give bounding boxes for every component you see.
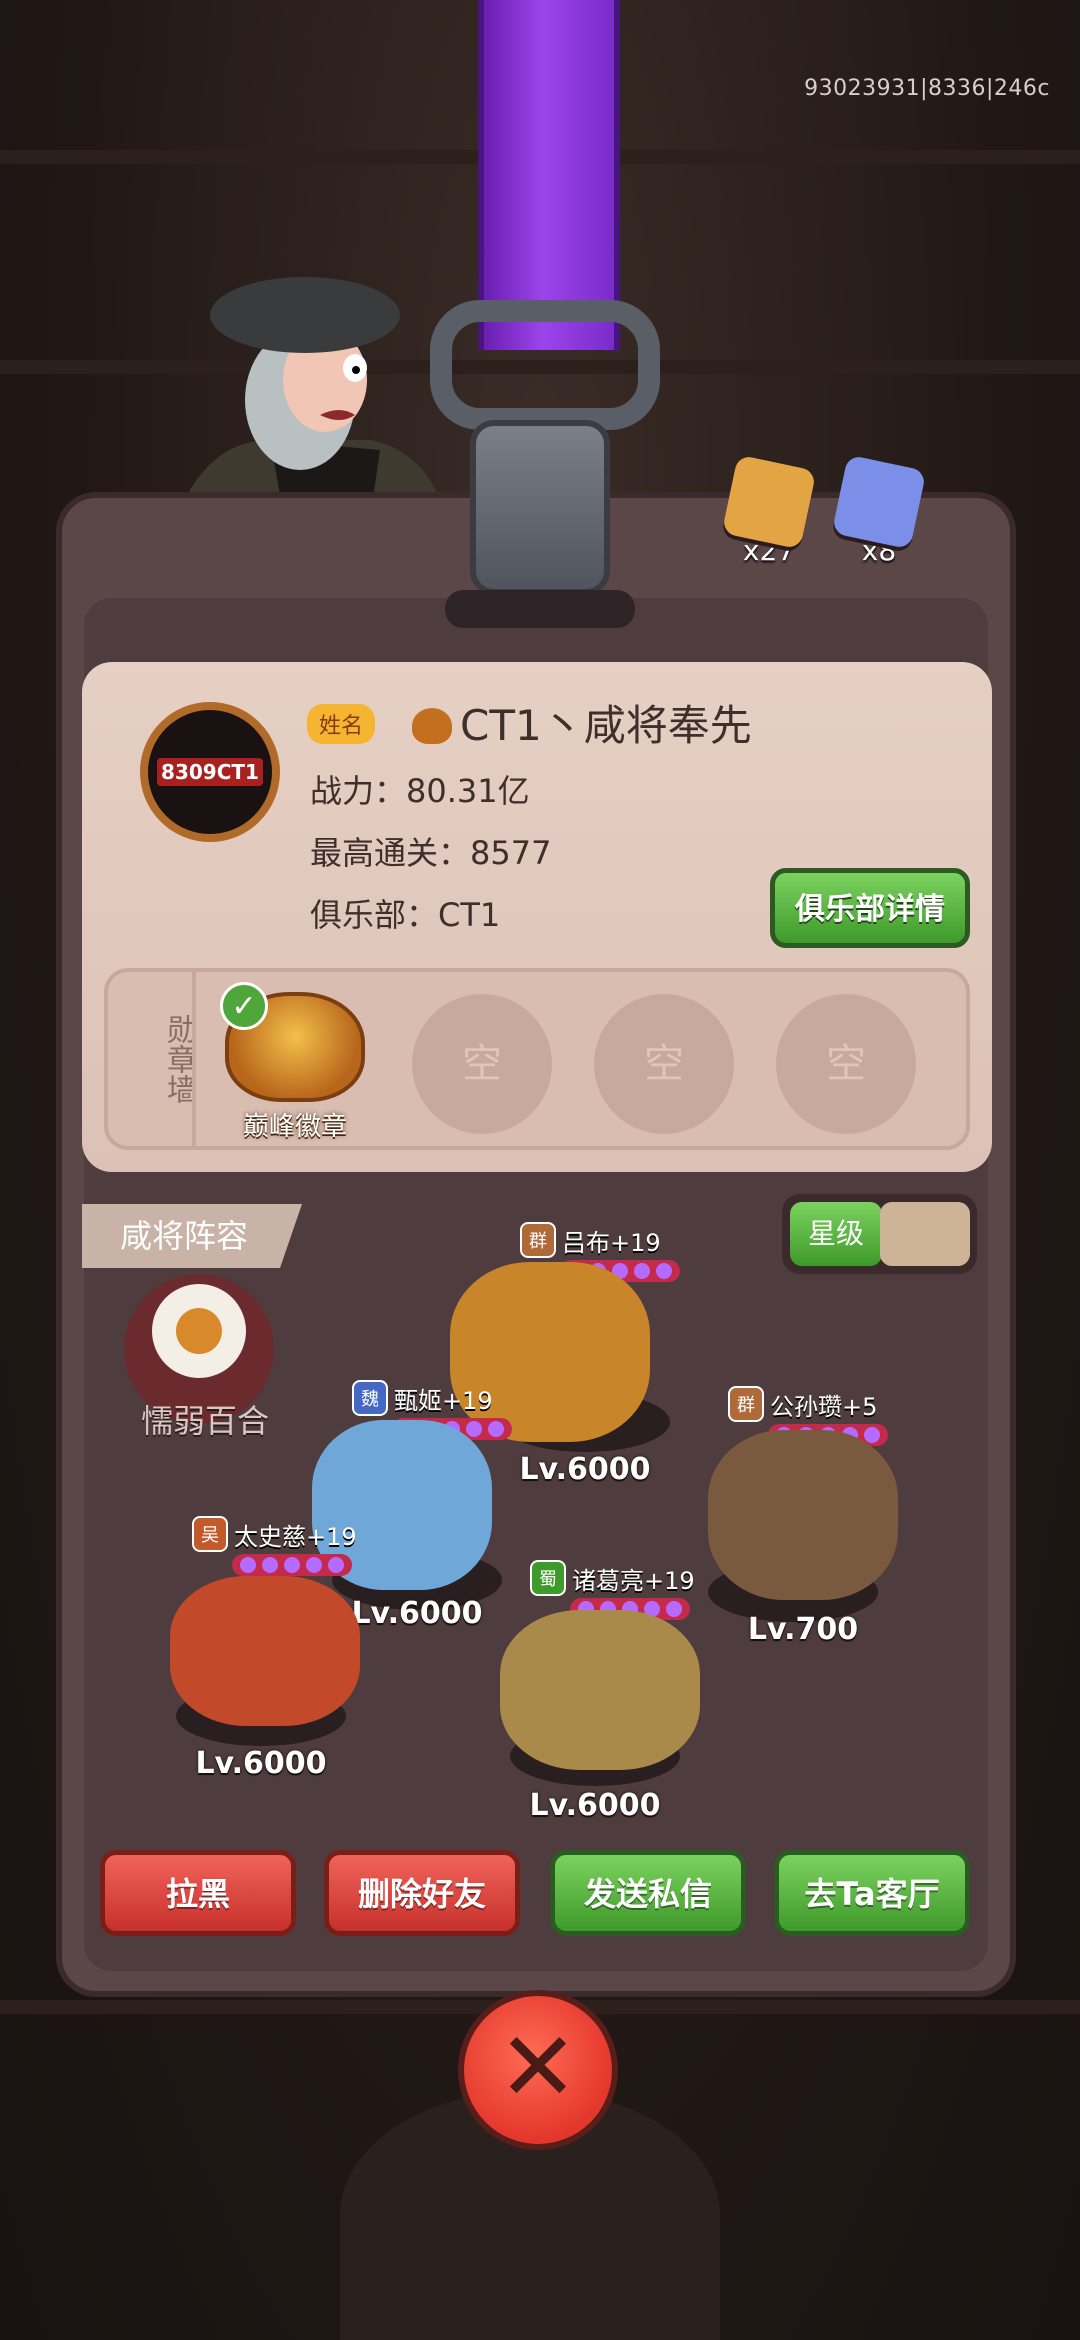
faction-badge: 群 [728,1386,764,1422]
hero-level: Lv.6000 [529,1788,661,1823]
name-tag: 姓名 [307,704,376,744]
blue-card-icon [831,454,927,550]
hero-zhugeliang-sprite [500,1610,700,1770]
hero-gongsunzan[interactable]: 群公孙瓒+5 Lv.700 [708,1386,898,1647]
max-clear-stat: 最高通关：8577 [310,834,552,872]
club-stat: 俱乐部：CT1 [310,896,501,934]
close-button[interactable]: ✕ [458,1990,618,2150]
lanyard-strap [478,0,620,350]
medal-slot-empty[interactable]: 空 [412,994,552,1134]
delete-friend-button[interactable]: 删除好友 [324,1850,520,1936]
close-icon: ✕ [497,2011,579,2123]
medal-name: 巅峰徽章 [242,1112,347,1142]
hero-zhenji[interactable]: 魏甄姬+19 Lv.6000 [312,1380,512,1631]
hero-level: Lv.6000 [195,1746,327,1781]
check-icon: ✓ [220,982,268,1030]
build-id: 93023931|8336|246c [804,76,1050,101]
avatar-label: 8309CT1 [157,758,263,786]
currency-blue[interactable]: x8 [824,454,934,567]
send-message-button[interactable]: 发送私信 [550,1850,746,1936]
star-level-toggle[interactable]: 星级 [782,1194,977,1274]
hero-name: 吕布+19 [562,1228,661,1257]
medal-peak-badge[interactable]: ✓ 巅峰徽章 [220,982,370,1142]
medal-wall: 勋章墙 ✓ 巅峰徽章 空 空 空 [104,968,970,1150]
block-button[interactable]: 拉黑 [100,1850,296,1936]
hero-gongsunzan-sprite [708,1430,898,1600]
toggle-knob [880,1202,970,1266]
profile-panel: 8309CT1 姓名 CT1丶咸将奉先 战力：80.31亿 最高通关：8577 … [82,662,992,1172]
hero-name: 公孙瓒+5 [770,1392,878,1421]
hero-taishici-sprite [170,1576,360,1726]
medal-slot-empty[interactable]: 空 [776,994,916,1134]
faction-badge: 吴 [192,1516,228,1552]
club-details-button[interactable]: 俱乐部详情 [770,868,970,948]
hero-name: 太史慈+19 [234,1522,357,1551]
gold-card-icon [721,454,817,550]
toggle-label: 星级 [790,1202,882,1266]
star-bar [232,1554,352,1576]
lineup-tab: 咸将阵容 [82,1204,302,1268]
medal-slot-empty[interactable]: 空 [594,994,734,1134]
faction-badge: 群 [520,1222,556,1258]
hero-lubu[interactable]: 群吕布+19 Lv.6000 [450,1222,680,1487]
hero-zhugeliang[interactable]: 蜀诸葛亮+19 Lv.6000 [500,1560,700,1823]
faction-badge: 蜀 [530,1560,566,1596]
faction-badge: 魏 [352,1380,388,1416]
player-name: CT1丶咸将奉先 [412,692,752,753]
hero-level: Lv.6000 [519,1452,651,1487]
player-name-text: CT1丶咸将奉先 [460,701,752,750]
hero-name: 甄姬+19 [394,1386,493,1415]
badge-slot [445,590,635,628]
power-stat: 战力：80.31亿 [310,772,530,810]
medal-wall-label: 勋章墙 [161,1014,196,1104]
crown-icon [412,708,452,744]
hero-name: 诸葛亮+19 [572,1566,695,1595]
hero-taishici[interactable]: 吴太史慈+19 Lv.6000 [170,1516,360,1781]
hero-level: Lv.700 [747,1612,859,1647]
currency-gold[interactable]: x27 [714,454,824,567]
badge-clip [470,420,610,595]
avatar[interactable]: 8309CT1 [140,702,280,842]
visit-lounge-button[interactable]: 去Ta客厅 [774,1850,970,1936]
pet-name: 懦弱百合 [140,1402,269,1440]
